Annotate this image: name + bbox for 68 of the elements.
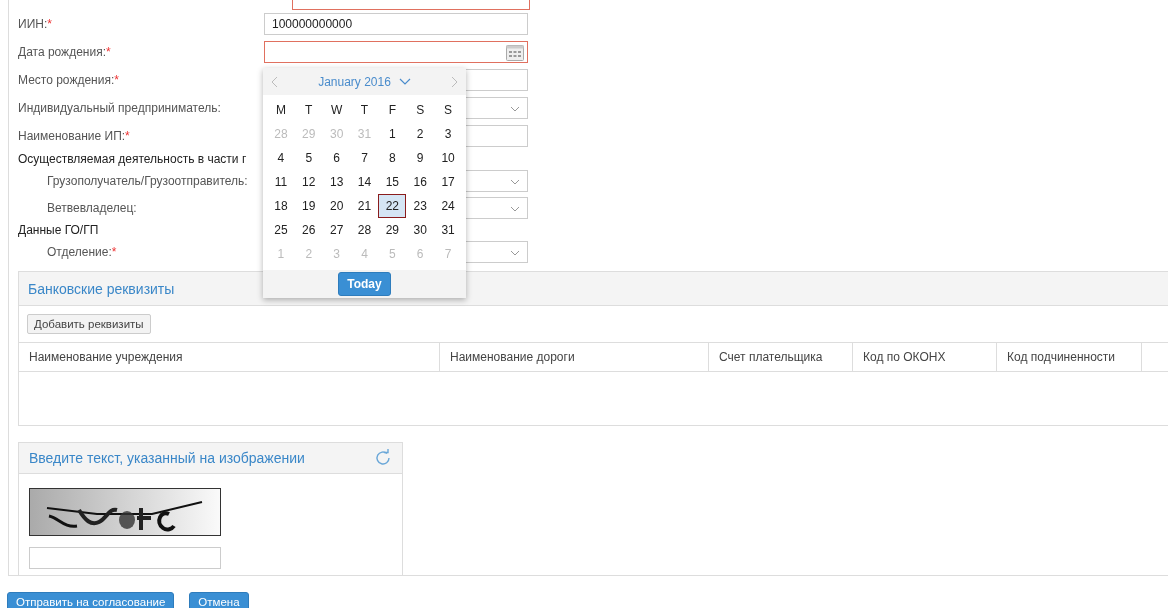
calendar-day[interactable]: 9 [406,146,435,170]
calendar-day[interactable]: 10 [434,146,462,170]
chevron-down-icon [510,106,520,112]
column-header: Код подчиненности [997,343,1142,371]
calendar-day[interactable]: 4 [267,146,295,170]
column-header: Код по ОКОНХ [853,343,997,371]
calendar-day[interactable]: 2 [406,122,435,146]
calendar-day[interactable]: 1 [378,122,407,146]
panel-title: Введите текст, указанный на изображении [29,450,305,466]
captcha-input-field[interactable] [29,547,221,569]
field-label: Место рождения:* [18,73,120,87]
weekday-label: S [415,102,426,119]
calendar-day[interactable]: 7 [350,146,379,170]
calendar-day[interactable]: 14 [350,170,379,194]
chevron-down-icon [510,178,520,185]
calendar-day[interactable]: 16 [406,170,435,194]
calendar-day[interactable]: 27 [322,218,351,242]
refresh-icon[interactable] [374,449,392,467]
field-label: Индивидуальный предприниматель: [18,101,222,115]
field-label: ИИН:* [18,17,53,31]
calendar-day[interactable]: 23 [406,194,435,218]
field-label: Дата рождения:* [18,45,112,59]
calendar-day[interactable]: 26 [294,218,323,242]
panel-title: Банковские реквизиты [28,280,175,297]
chevron-down-icon[interactable] [398,78,411,85]
previous-icon[interactable] [270,75,278,88]
calendar-day[interactable]: 11 [267,170,295,194]
weekday-label: T [359,102,370,119]
calendar-day[interactable]: 31 [434,218,462,242]
calendar-day[interactable]: 8 [378,146,407,170]
calendar-day[interactable]: 25 [267,218,295,242]
weekday-label: F [387,102,397,119]
calendar-day[interactable]: 5 [294,146,323,170]
calendar-day[interactable]: 15 [378,170,407,194]
chevron-down-icon [510,249,520,256]
calendar-icon[interactable] [506,44,524,61]
field-label: Отделение:* [46,244,118,259]
calendar-day[interactable]: 3 [434,122,462,146]
input-field[interactable]: 100000000000 [264,13,528,35]
calendar-day[interactable]: 18 [267,194,295,218]
calendar-day[interactable]: 6 [322,146,351,170]
calendar-day[interactable]: 21 [350,194,379,218]
calendar-day[interactable]: 13 [322,170,351,194]
column-header: Наименование учреждения [19,343,440,371]
calendar-day[interactable]: 12 [294,170,323,194]
column-header: Счет плательщика [709,343,853,371]
calendar-day[interactable]: 22 [378,194,407,218]
calendar-day[interactable]: 20 [322,194,351,218]
section-label: Осуществляемая деятельность в части г [18,151,247,166]
date-field[interactable] [264,41,528,63]
chevron-down-icon [510,205,520,212]
weekday-label: W [329,102,344,119]
calendar-day[interactable]: 24 [434,194,462,218]
calendar-day[interactable]: 19 [294,194,323,218]
field-label: Ветвевладелец: [46,200,138,215]
section-label: Данные ГО/ГП [18,222,99,237]
weekday-label: M [274,102,287,119]
field-label: Грузополучатель/Грузоотправитель: [46,173,249,188]
calendar-day[interactable]: 17 [434,170,462,194]
calendar-day[interactable]: 28 [350,218,379,242]
next-icon[interactable] [451,75,459,88]
add-details-button[interactable]: Добавить реквизиты [27,314,151,334]
field-label: Наименование ИП:* [18,129,131,143]
calendar-day[interactable]: 29 [378,218,407,242]
calendar-day[interactable]: 30 [406,218,435,242]
column-header: Наименование дороги [440,343,709,371]
weekday-label: T [304,102,314,119]
weekday-label: S [443,102,454,119]
